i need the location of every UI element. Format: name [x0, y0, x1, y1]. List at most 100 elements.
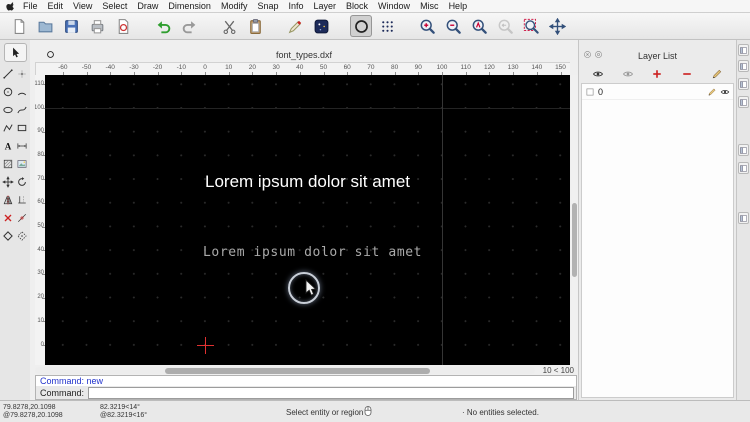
horizontal-scrollbar-thumb[interactable]: [165, 367, 430, 374]
dock-toggle-1-icon: [739, 46, 748, 55]
selection-tool-button[interactable]: [4, 43, 27, 62]
zoom-previous-button[interactable]: [494, 15, 516, 37]
dock-toggle-3-button[interactable]: [738, 78, 749, 90]
tool-explode-button[interactable]: [15, 227, 29, 245]
coordinates-polar: 82.3219<14° @82.3219<16°: [100, 404, 147, 420]
vertical-scrollbar-thumb[interactable]: [572, 203, 577, 277]
hide-all-layers-button[interactable]: [618, 66, 638, 81]
add-layer-button[interactable]: [647, 66, 667, 81]
tool-image-button[interactable]: [15, 155, 29, 173]
menu-view[interactable]: View: [68, 0, 97, 12]
current-action-circle-button[interactable]: [350, 15, 372, 37]
tool-divide-icon: [16, 212, 28, 224]
tool-circle-button[interactable]: [1, 83, 15, 101]
zoom-pan-button[interactable]: [546, 15, 568, 37]
apple-menu-icon[interactable]: [6, 1, 16, 11]
menu-block[interactable]: Block: [341, 0, 373, 12]
tool-rotate-button[interactable]: [15, 173, 29, 191]
open-file-button[interactable]: [34, 15, 56, 37]
tool-move-button[interactable]: [1, 173, 15, 191]
tool-ellipse-icon: [2, 104, 14, 116]
menu-dimension[interactable]: Dimension: [163, 0, 216, 12]
drawing-canvas[interactable]: Lorem ipsum dolor sit amet Lorem ipsum d…: [45, 75, 570, 365]
command-input[interactable]: [88, 386, 574, 399]
cad-text-stroke-font: Lorem ipsum dolor sit amet: [203, 245, 423, 260]
menu-window[interactable]: Window: [373, 0, 415, 12]
open-file-icon: [37, 18, 54, 35]
tool-divide-button[interactable]: [15, 209, 29, 227]
menu-info[interactable]: Info: [284, 0, 309, 12]
tool-dimension-button[interactable]: [15, 137, 29, 155]
print-preview-button[interactable]: [112, 15, 134, 37]
snap-settings-button[interactable]: [310, 15, 332, 37]
dock-toggle-2-icon: [739, 62, 748, 71]
menu-draw[interactable]: Draw: [132, 0, 163, 12]
tool-rect-button[interactable]: [15, 119, 29, 137]
show-all-layers-button[interactable]: [588, 66, 608, 81]
ruler-tick-label: 150: [555, 64, 566, 71]
layer-row[interactable]: 0: [582, 84, 733, 100]
vertical-scrollbar[interactable]: [571, 75, 578, 365]
dock-toggle-6-button[interactable]: [738, 162, 749, 174]
ruler-tick-label: -60: [58, 64, 68, 71]
undo-button[interactable]: [152, 15, 174, 37]
print-preview-icon: [115, 18, 132, 35]
dock-toggle-2-button[interactable]: [738, 60, 749, 72]
zoom-window-button[interactable]: [520, 15, 542, 37]
tool-line-icon: [2, 68, 14, 80]
panel-float-icon[interactable]: [594, 50, 603, 59]
tool-spline-button[interactable]: [15, 101, 29, 119]
layer-edit-icon[interactable]: [707, 87, 717, 97]
dock-toggle-1-button[interactable]: [738, 44, 749, 56]
horizontal-scrollbar[interactable]: [35, 367, 535, 374]
menu-snap[interactable]: Snap: [252, 0, 283, 12]
tool-hatch-button[interactable]: [1, 155, 15, 173]
mouse-cursor-icon: [305, 279, 317, 296]
save-file-button[interactable]: [60, 15, 82, 37]
menu-layer[interactable]: Layer: [309, 0, 342, 12]
dock-toggle-7-button[interactable]: [738, 212, 749, 224]
menu-modify[interactable]: Modify: [216, 0, 253, 12]
zoom-in-button[interactable]: [416, 15, 438, 37]
new-file-button[interactable]: [8, 15, 30, 37]
tool-trim-button[interactable]: [15, 191, 29, 209]
panel-close-icon[interactable]: [583, 50, 592, 59]
tool-point-button[interactable]: [15, 65, 29, 83]
menu-misc[interactable]: Misc: [415, 0, 444, 12]
polar-absolute: 82.3219<14°: [100, 404, 140, 411]
tool-block-button[interactable]: [1, 227, 15, 245]
zoom-auto-icon: [471, 18, 488, 35]
remove-layer-button[interactable]: [677, 66, 697, 81]
tool-image-icon: [16, 158, 28, 170]
tool-ellipse-button[interactable]: [1, 101, 15, 119]
menu-select[interactable]: Select: [97, 0, 132, 12]
dock-toggle-5-button[interactable]: [738, 144, 749, 156]
zoom-auto-button[interactable]: [468, 15, 490, 37]
layer-list-toolbar: [583, 65, 732, 82]
origin-crosshair-vertical: [205, 337, 206, 354]
tool-text-button[interactable]: A: [1, 137, 15, 155]
dock-toggle-4-icon: [739, 98, 748, 107]
draw-order-button[interactable]: [284, 15, 306, 37]
menu-help[interactable]: Help: [444, 0, 473, 12]
tool-line-button[interactable]: [1, 65, 15, 83]
tool-mirror-button[interactable]: [1, 191, 15, 209]
meta-grid-line-vertical: [442, 75, 443, 365]
layer-select-checkbox[interactable]: [585, 87, 595, 97]
grid-settings-button[interactable]: [376, 15, 398, 37]
tool-arc-button[interactable]: [15, 83, 29, 101]
zoom-out-button[interactable]: [442, 15, 464, 37]
cut-icon: [221, 18, 238, 35]
ruler-tick-label: 90: [414, 64, 422, 71]
print-button[interactable]: [86, 15, 108, 37]
tool-delete-button[interactable]: [1, 209, 15, 227]
redo-button[interactable]: [178, 15, 200, 37]
edit-layer-button[interactable]: [707, 66, 727, 81]
menu-file[interactable]: File: [18, 0, 43, 12]
tool-polyline-button[interactable]: [1, 119, 15, 137]
cut-button[interactable]: [218, 15, 240, 37]
menu-edit[interactable]: Edit: [43, 0, 69, 12]
layer-visibility-icon[interactable]: [720, 87, 730, 97]
dock-toggle-4-button[interactable]: [738, 96, 749, 108]
paste-button[interactable]: [244, 15, 266, 37]
